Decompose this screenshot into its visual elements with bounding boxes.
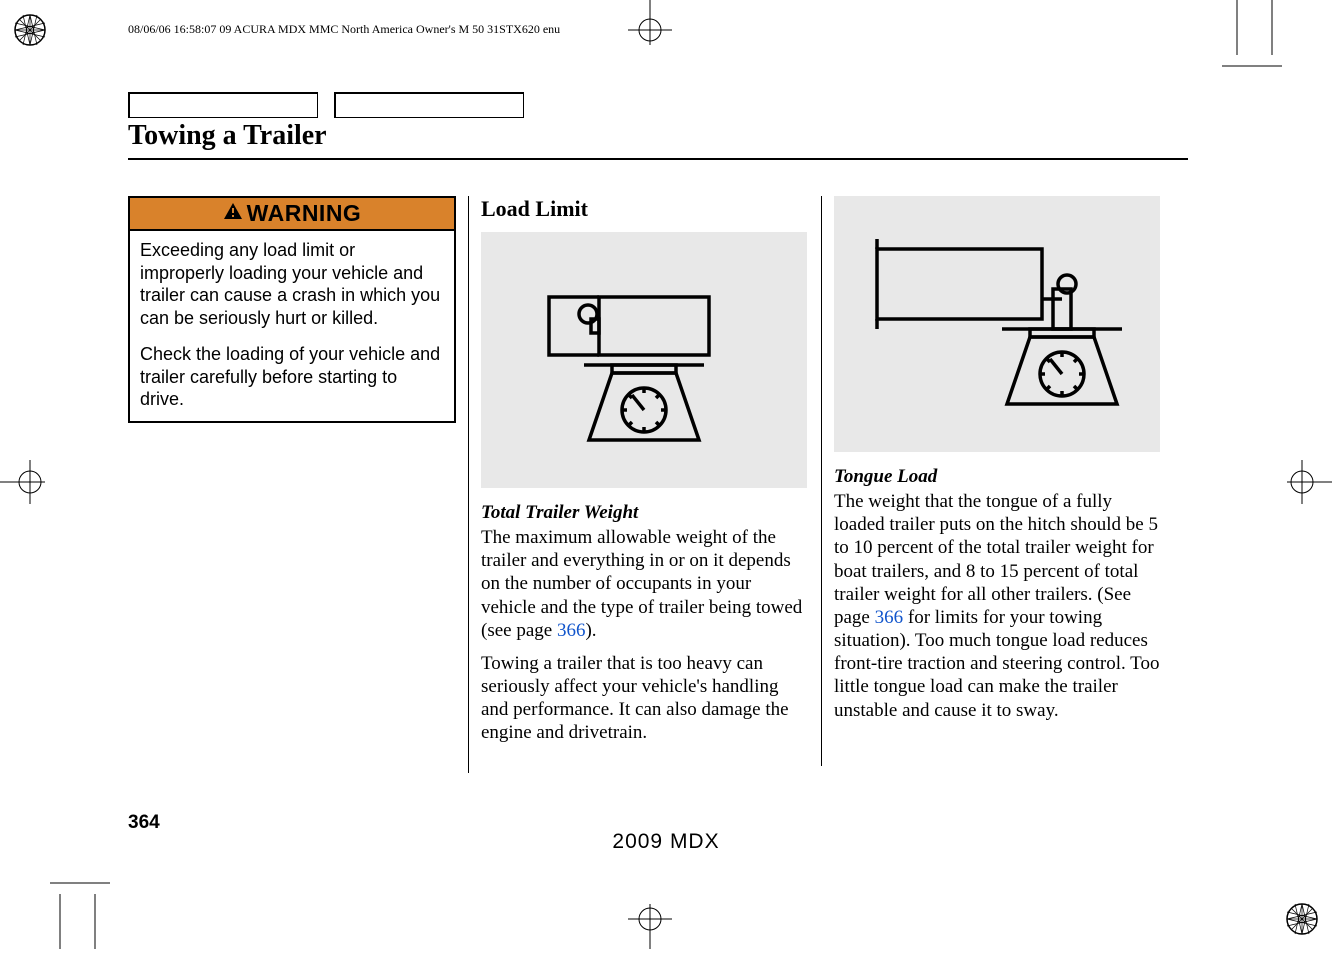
column-3: Tongue Load The weight that the tongue o…	[834, 196, 1174, 773]
crop-mark-bottom	[620, 889, 680, 954]
warning-body: Exceeding any load limit or improperly l…	[130, 231, 454, 421]
crop-mark-right	[1272, 452, 1332, 517]
total-trailer-weight-heading: Total Trailer Weight	[481, 502, 809, 524]
column-1: WARNING Exceeding any load limit or impr…	[128, 196, 468, 773]
warning-header: WARNING	[130, 198, 454, 231]
tab-boxes	[128, 92, 524, 118]
tongue-load-heading: Tongue Load	[834, 466, 1162, 488]
col3-paragraph-1: The weight that the tongue of a fully lo…	[834, 490, 1162, 722]
corner-mark-top-left	[12, 12, 48, 53]
crop-mark-left	[0, 452, 60, 517]
warning-box: WARNING Exceeding any load limit or impr…	[128, 196, 456, 423]
column-divider-1	[468, 196, 469, 773]
col2-paragraph-2: Towing a trailer that is too heavy can s…	[481, 652, 809, 745]
warning-label: WARNING	[247, 200, 362, 227]
footer-model: 2009 MDX	[0, 830, 1332, 854]
tab-box-2	[334, 92, 524, 118]
crop-mark-top	[620, 0, 680, 65]
warning-paragraph-1: Exceeding any load limit or improperly l…	[140, 239, 444, 329]
column-2: Load Limit	[481, 196, 821, 773]
total-trailer-weight-figure	[481, 232, 807, 488]
load-limit-heading: Load Limit	[481, 196, 809, 222]
crop-lines-bottom-left	[50, 879, 110, 954]
tongue-load-figure	[834, 196, 1160, 452]
page-link-366-b[interactable]: 366	[875, 607, 904, 628]
column-divider-2	[821, 196, 822, 766]
section-title: Towing a Trailer	[128, 120, 327, 152]
print-header: 08/06/06 16:58:07 09 ACURA MDX MMC North…	[128, 22, 560, 37]
page-link-366[interactable]: 366	[557, 620, 586, 641]
warning-paragraph-2: Check the loading of your vehicle and tr…	[140, 343, 444, 411]
tab-box-1	[128, 92, 318, 118]
corner-mark-bottom-right	[1284, 901, 1320, 942]
warning-alert-icon	[223, 202, 243, 225]
title-rule	[128, 158, 1188, 160]
crop-lines-top-right	[1222, 0, 1282, 75]
col2-paragraph-1: The maximum allowable weight of the trai…	[481, 526, 809, 642]
